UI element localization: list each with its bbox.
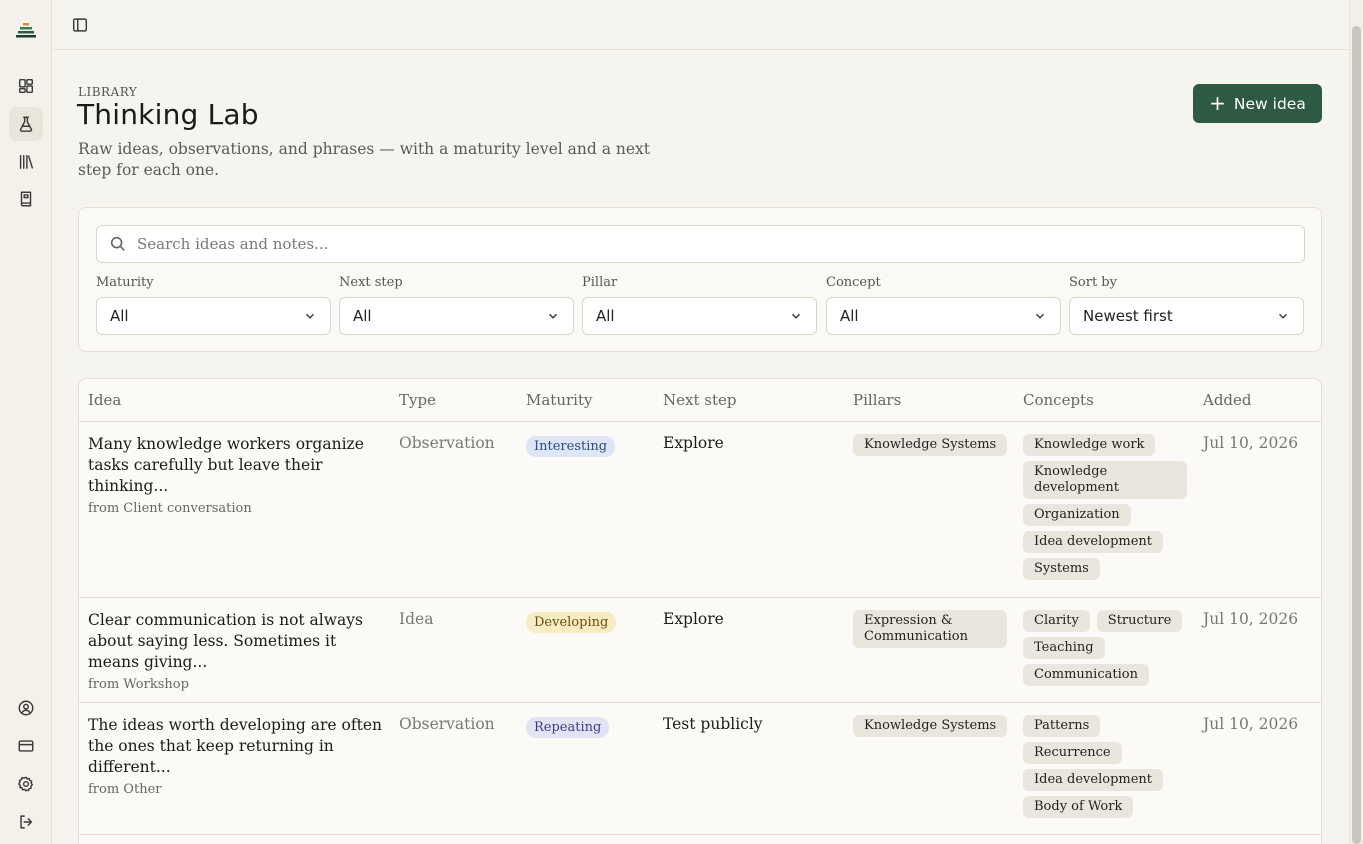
ideas-table: Idea Type Maturity Next step Pillars Con… <box>78 378 1322 844</box>
concept-chip: Organization <box>1023 504 1131 526</box>
card-icon[interactable] <box>9 729 43 763</box>
search-icon <box>110 236 125 251</box>
idea-source: from Other <box>88 782 162 797</box>
concept-chip: Structure <box>1096 610 1183 632</box>
column-header-concepts[interactable]: Concepts <box>1023 391 1094 409</box>
idea-text[interactable]: The ideas worth developing are often the… <box>88 715 383 778</box>
next-step: Explore <box>663 610 724 628</box>
page-subtitle: Raw ideas, observations, and phrases — w… <box>78 140 650 179</box>
table-row[interactable]: The ideas worth developing are often the… <box>79 703 1321 835</box>
concept-chip: Teaching <box>1023 637 1105 659</box>
added-date: Jul 10, 2026 <box>1203 434 1299 452</box>
table-row[interactable]: Clear communication is not always about … <box>79 598 1321 703</box>
concept-chip: Systems <box>1023 558 1100 580</box>
search-box <box>96 225 1305 263</box>
concept-select[interactable]: All <box>826 297 1061 335</box>
top-bar <box>53 0 1349 50</box>
maturity-badge: Interesting <box>526 436 616 457</box>
idea-text[interactable]: Clear communication is not always about … <box>88 610 383 673</box>
next-step-select[interactable]: All <box>339 297 574 335</box>
library-icon[interactable] <box>9 145 43 179</box>
flask-icon[interactable] <box>9 107 43 141</box>
pillar-chip: Knowledge Systems <box>853 434 1008 456</box>
column-header-idea[interactable]: Idea <box>88 391 121 409</box>
added-date: Jul 10, 2026 <box>1203 715 1299 733</box>
concept-chip: Recurrence <box>1023 742 1122 764</box>
filter-label-next-step: Next step <box>339 275 403 290</box>
chevron-down-icon <box>791 313 801 319</box>
sidebar-toggle-icon[interactable] <box>63 8 97 42</box>
next-step-value: All <box>353 307 372 325</box>
filter-label-maturity: Maturity <box>96 275 154 290</box>
table-row[interactable]: Many knowledge workers organize tasks ca… <box>79 422 1321 598</box>
column-header-type[interactable]: Type <box>399 391 436 409</box>
maturity-badge: Repeating <box>526 717 610 738</box>
concept-chip: Communication <box>1023 664 1149 686</box>
next-step: Explore <box>663 434 724 452</box>
sidebar <box>0 0 52 844</box>
pillar-value: All <box>596 307 615 325</box>
chevron-down-icon <box>548 313 558 319</box>
filter-label-pillar: Pillar <box>582 275 618 290</box>
book-icon[interactable] <box>9 182 43 216</box>
page-title: Thinking Lab <box>77 98 259 131</box>
filter-label-sort: Sort by <box>1069 275 1117 290</box>
added-date: Jul 10, 2026 <box>1203 610 1299 628</box>
pillar-chip: Knowledge Systems <box>853 715 1008 737</box>
concept-chip: Knowledge work <box>1023 434 1156 456</box>
stack-logo[interactable] <box>9 13 43 47</box>
sort-value: Newest first <box>1083 307 1173 325</box>
logout-icon[interactable] <box>9 805 43 839</box>
filter-panel: Maturity All Next step All Pillar All Co… <box>78 207 1322 352</box>
settings-icon[interactable] <box>9 767 43 801</box>
scrollbar[interactable] <box>1349 0 1363 844</box>
concept-value: All <box>840 307 859 325</box>
column-header-maturity[interactable]: Maturity <box>526 391 592 409</box>
dashboard-icon[interactable] <box>9 69 43 103</box>
column-header-added[interactable]: Added <box>1203 391 1252 409</box>
idea-type: Observation <box>399 434 495 452</box>
maturity-select[interactable]: All <box>96 297 331 335</box>
idea-source: from Workshop <box>88 677 189 692</box>
idea-type: Idea <box>399 610 434 628</box>
new-idea-button[interactable]: + New idea <box>1193 84 1322 123</box>
maturity-badge: Developing <box>526 612 617 633</box>
concept-chip: Body of Work <box>1023 796 1134 818</box>
column-header-next-step[interactable]: Next step <box>663 391 736 409</box>
concept-chip: Patterns <box>1023 715 1101 737</box>
maturity-value: All <box>110 307 129 325</box>
chevron-down-icon <box>1035 313 1045 319</box>
idea-text[interactable]: Many knowledge workers organize tasks ca… <box>88 434 383 497</box>
concept-chip: Idea development <box>1023 769 1164 791</box>
idea-type: Observation <box>399 715 495 733</box>
new-idea-label: New idea <box>1233 94 1306 113</box>
chevron-down-icon <box>305 313 315 319</box>
idea-source: from Client conversation <box>88 501 252 516</box>
pillar-chip: Expression & Communication <box>853 610 1007 648</box>
filter-label-concept: Concept <box>826 275 881 290</box>
search-input[interactable] <box>137 235 1237 253</box>
column-header-pillars[interactable]: Pillars <box>853 391 901 409</box>
breadcrumb: LIBRARY <box>78 85 138 99</box>
scroll-thumb[interactable] <box>1352 26 1361 844</box>
chevron-down-icon <box>1278 313 1288 319</box>
next-step: Test publicly <box>663 715 763 733</box>
concept-chip: Clarity <box>1023 610 1090 632</box>
concept-chip: Idea development <box>1023 531 1164 553</box>
plus-icon: + <box>1209 90 1226 115</box>
account-icon[interactable] <box>9 691 43 725</box>
sort-select[interactable]: Newest first <box>1069 297 1304 335</box>
pillar-select[interactable]: All <box>582 297 817 335</box>
concept-chip: Knowledge development <box>1023 461 1187 499</box>
